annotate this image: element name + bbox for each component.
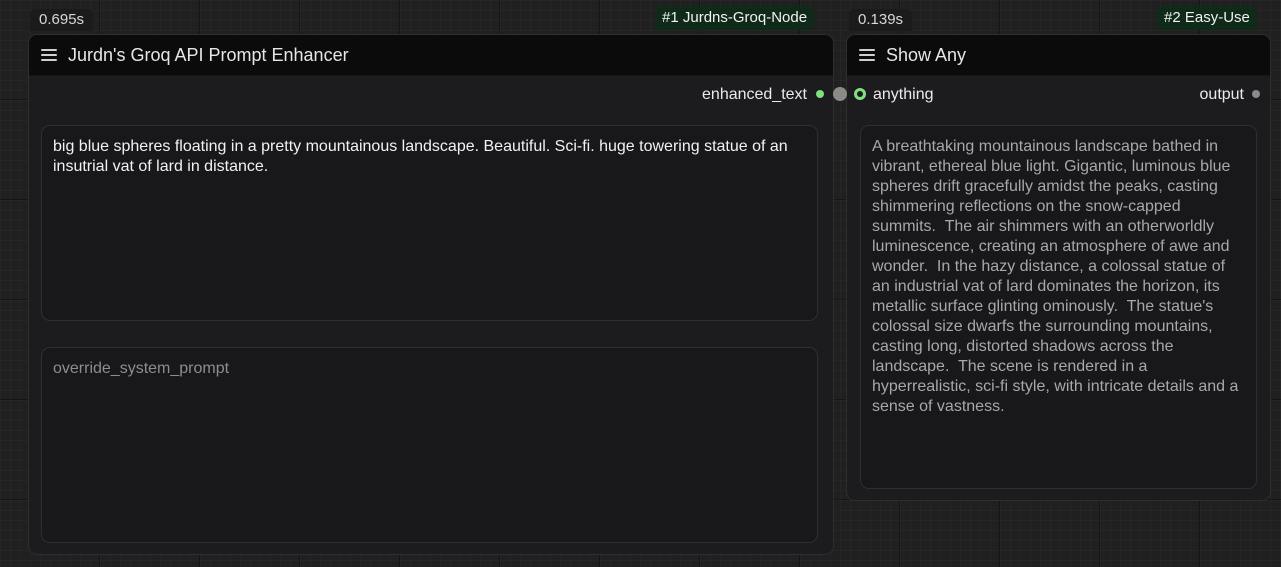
enhanced-text-output-slot[interactable] (816, 90, 824, 98)
anything-input-slot[interactable] (854, 88, 866, 100)
display-textarea[interactable]: A breathtaking mountainous landscape bat… (860, 125, 1257, 489)
node-title: Show Any (886, 45, 967, 65)
hamburger-menu-icon[interactable] (859, 48, 875, 62)
output-slot-label: output (1199, 86, 1244, 103)
link-connection[interactable] (833, 87, 847, 101)
override-system-prompt-field[interactable]: override_system_prompt (41, 347, 818, 543)
show-any-node[interactable]: Show Any anything output A breathtaking … (846, 34, 1271, 501)
hamburger-menu-icon[interactable] (41, 48, 57, 62)
prompt-textarea[interactable]: big blue spheres floating in a pretty mo… (41, 125, 818, 321)
node-source-tag: #2 Easy-Use (1157, 6, 1257, 30)
input-slot-label: anything (873, 86, 934, 103)
output-slot[interactable] (1252, 90, 1260, 98)
node-header[interactable]: Show Any (847, 35, 1270, 76)
node-title: Jurdn's Groq API Prompt Enhancer (68, 45, 349, 65)
node-source-tag: #1 Jurdns-Groq-Node (655, 6, 815, 30)
output-slot-label: enhanced_text (702, 86, 807, 103)
execution-time-badge: 0.695s (30, 9, 94, 31)
execution-time-badge: 0.139s (849, 9, 913, 31)
node-header[interactable]: Jurdn's Groq API Prompt Enhancer (29, 35, 833, 76)
prompt-enhancer-node[interactable]: Jurdn's Groq API Prompt Enhancer enhance… (28, 34, 834, 555)
